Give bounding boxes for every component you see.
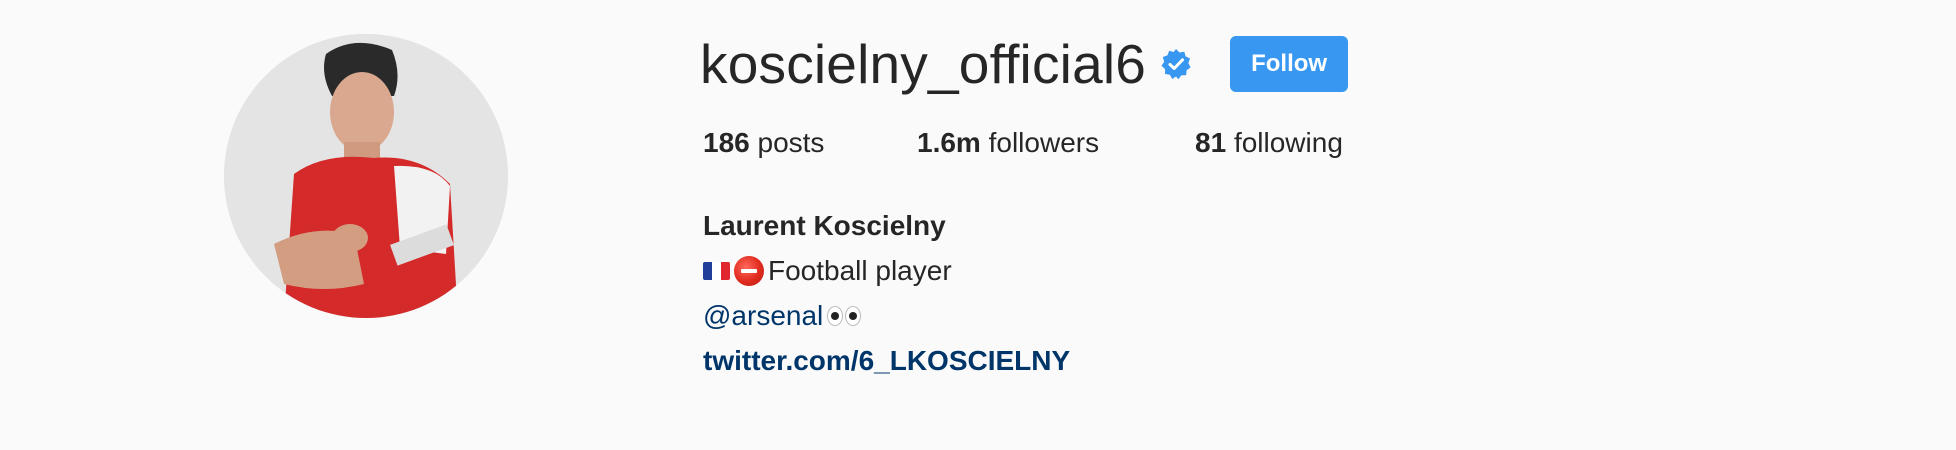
posts-count: 186 (703, 127, 750, 158)
posts-label: posts (757, 127, 825, 158)
profile-bio: Laurent Koscielny Football player @arsen… (703, 203, 1070, 383)
verified-badge-icon (1160, 48, 1192, 80)
website-link[interactable]: twitter.com/6_LKOSCIELNY (703, 338, 1070, 383)
followers-count: 1.6m (917, 127, 981, 158)
profile-avatar[interactable] (224, 34, 508, 318)
website-line: twitter.com/6_LKOSCIELNY (703, 338, 1070, 383)
followers-label: followers (988, 127, 1100, 158)
followers-stat[interactable]: 1.6m followers (917, 127, 1195, 159)
following-stat[interactable]: 81 following (1195, 127, 1343, 159)
arsenal-mention-link[interactable]: @arsenal (703, 293, 823, 338)
bio-text: Football player (768, 255, 952, 286)
france-flag-icon (703, 261, 730, 280)
username: koscielny_official6 (700, 33, 1147, 95)
red-circle-icon (734, 255, 764, 286)
profile-stats: 186 posts 1.6m followers 81 following (703, 127, 1343, 159)
following-label: following (1233, 127, 1343, 158)
posts-stat[interactable]: 186 posts (703, 127, 917, 159)
eyes-icon (827, 305, 863, 326)
bio-line: Football player (703, 248, 1070, 293)
avatar-photo (224, 34, 508, 318)
mention-line: @arsenal (703, 293, 1070, 338)
profile-header: koscielny_official6 Follow (700, 32, 1349, 96)
following-count: 81 (1195, 127, 1227, 158)
full-name: Laurent Koscielny (703, 210, 946, 241)
follow-button[interactable]: Follow (1230, 36, 1349, 92)
